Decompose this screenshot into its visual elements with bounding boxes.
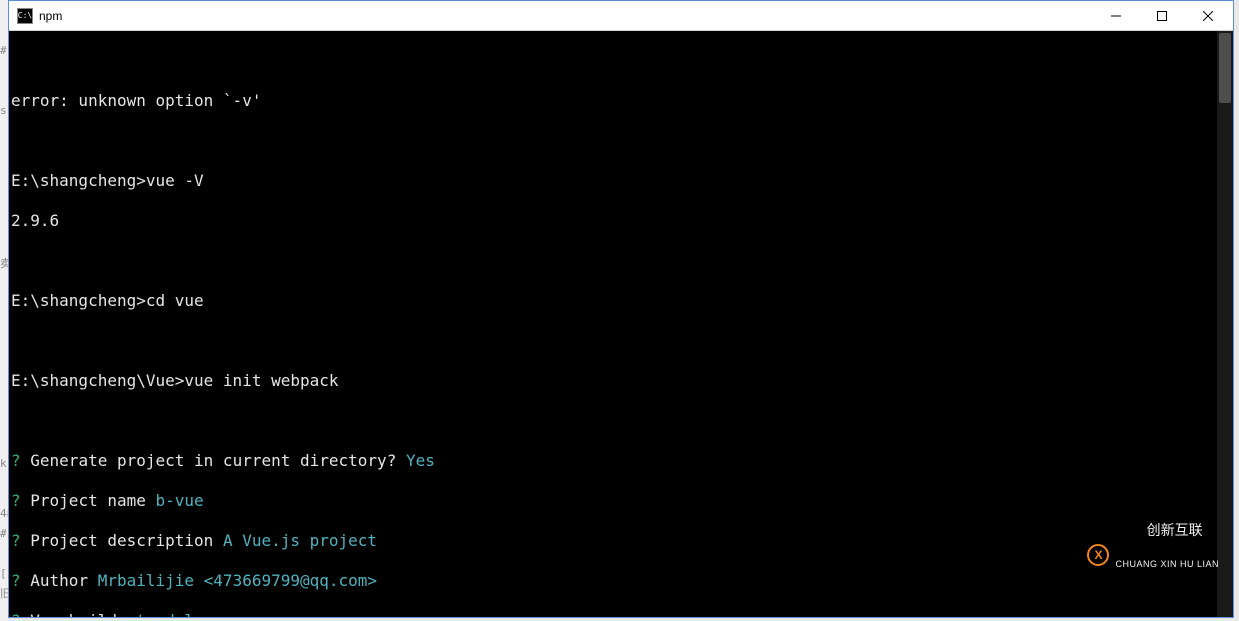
terminal-line	[9, 411, 1233, 431]
gutter-char: s	[0, 102, 7, 120]
cmd-window: C:\ npm error: unknown option `-v' E:\sh…	[8, 0, 1234, 618]
gutter-char: [	[0, 565, 7, 583]
terminal-line: ? Vue build standalone	[9, 611, 1233, 617]
gutter-char: #	[0, 525, 7, 543]
watermark: X 创新互联 CHUANG XIN HU LIAN	[1087, 500, 1219, 609]
scrollbar[interactable]	[1217, 31, 1233, 617]
terminal-line: 2.9.6	[9, 211, 1233, 231]
terminal-line: error: unknown option `-v'	[9, 91, 1233, 111]
titlebar[interactable]: C:\ npm	[9, 1, 1233, 31]
terminal-line: ? Author Mrbailijie <473669799@qq.com>	[9, 571, 1233, 591]
terminal-line: ? Project name b-vue	[9, 491, 1233, 511]
close-button[interactable]	[1185, 1, 1231, 31]
watermark-sub: CHUANG XIN HU LIAN	[1115, 560, 1219, 569]
terminal-line: E:\shangcheng\Vue>vue init webpack	[9, 371, 1233, 391]
watermark-brand: 创新互联	[1147, 522, 1203, 538]
terminal-line: E:\shangcheng>vue -V	[9, 171, 1233, 191]
terminal-line	[9, 331, 1233, 351]
terminal-line	[9, 131, 1233, 151]
terminal-line	[9, 251, 1233, 271]
terminal-line: ? Project description A Vue.js project	[9, 531, 1233, 551]
gutter-char: k	[0, 455, 7, 473]
watermark-logo-icon: X	[1087, 544, 1109, 566]
cmd-icon: C:\	[17, 8, 33, 24]
terminal-line: E:\shangcheng>cd vue	[9, 291, 1233, 311]
terminal-line: ? Generate project in current directory?…	[9, 451, 1233, 471]
terminal-body[interactable]: error: unknown option `-v' E:\shangcheng…	[9, 31, 1233, 617]
minimize-button[interactable]	[1093, 1, 1139, 31]
scrollbar-thumb[interactable]	[1219, 33, 1231, 103]
maximize-button[interactable]	[1139, 1, 1185, 31]
gutter-char: #	[0, 42, 7, 60]
window-title: npm	[39, 9, 62, 23]
